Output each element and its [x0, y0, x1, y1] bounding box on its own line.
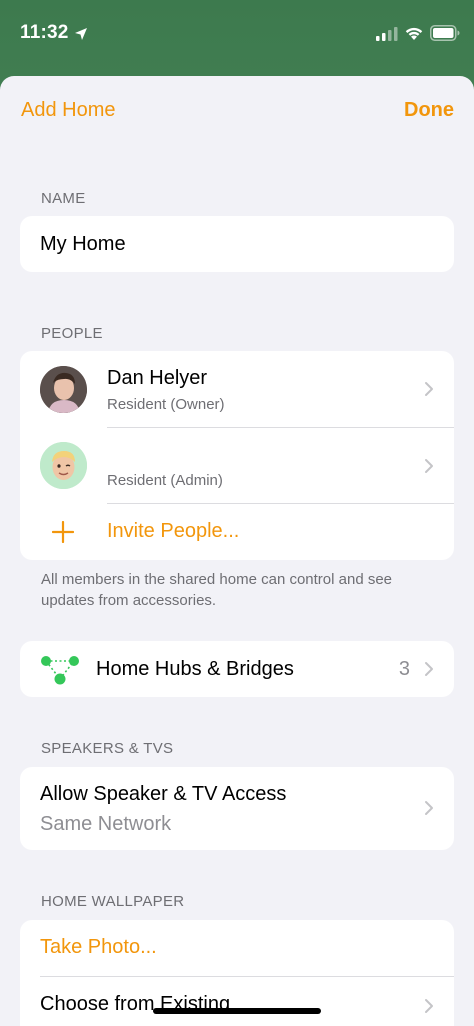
- hub-count: 3: [398, 658, 410, 680]
- wifi-icon: [405, 27, 423, 40]
- people-section-header: PEOPLE: [41, 325, 103, 342]
- speaker-access-label: Allow Speaker & TV Access: [40, 783, 287, 805]
- home-name-field[interactable]: My Home: [40, 233, 126, 256]
- status-bar: 11:32: [0, 0, 474, 70]
- speaker-access-value: Same Network: [40, 813, 172, 835]
- speaker-tv-access-row[interactable]: Allow Speaker & TV Access Same Network: [20, 767, 454, 850]
- invite-people-label: Invite People...: [107, 520, 240, 542]
- name-section-header: NAME: [41, 190, 86, 207]
- person-row-admin[interactable]: Resident (Admin): [20, 428, 454, 504]
- home-hubs-row[interactable]: Home Hubs & Bridges 3: [20, 641, 454, 697]
- name-card: My Home: [20, 216, 454, 272]
- status-time: 11:32: [20, 22, 69, 43]
- screen: 11:32 Add Home Done NAME My Home PEOPLE …: [0, 0, 474, 1026]
- memoji-avatar: [40, 442, 87, 489]
- take-photo-label: Take Photo...: [40, 936, 157, 958]
- choose-existing-row[interactable]: Choose from Existing: [20, 977, 454, 1026]
- done-button[interactable]: Done: [404, 99, 454, 122]
- home-hub-network-icon: [41, 656, 79, 685]
- wallpaper-section-header: HOME WALLPAPER: [41, 893, 185, 910]
- invite-people-row[interactable]: Invite People...: [20, 504, 454, 560]
- chevron-right-icon: [425, 801, 433, 815]
- person-name: Dan Helyer: [107, 367, 208, 389]
- chevron-right-icon: [425, 382, 433, 396]
- person-role: Resident (Admin): [107, 472, 223, 489]
- add-home-title: Add Home: [21, 99, 116, 121]
- person-row-dan-helyer[interactable]: Dan Helyer Resident (Owner): [20, 351, 454, 427]
- people-footer-note: All members in the shared home can contr…: [41, 571, 393, 609]
- cellular-signal-icon: [376, 27, 398, 41]
- battery-icon: [430, 25, 460, 41]
- people-card: Dan Helyer Resident (Owner) Resident (Ad…: [20, 351, 454, 560]
- avatar: [40, 366, 87, 413]
- add-home-sheet: Add Home Done NAME My Home PEOPLE Dan He…: [0, 76, 474, 1026]
- plus-icon: [52, 521, 74, 543]
- chevron-right-icon: [425, 999, 433, 1013]
- speakers-section-header: SPEAKERS & TVS: [41, 740, 174, 757]
- chevron-right-icon: [425, 662, 433, 676]
- location-arrow-icon: [75, 28, 87, 40]
- home-hubs-label: Home Hubs & Bridges: [96, 658, 294, 680]
- take-photo-row[interactable]: Take Photo...: [20, 920, 454, 976]
- nav-bar: Add Home Done: [0, 76, 474, 148]
- chevron-right-icon: [425, 459, 433, 473]
- person-role: Resident (Owner): [107, 396, 225, 413]
- home-indicator[interactable]: [153, 1008, 321, 1014]
